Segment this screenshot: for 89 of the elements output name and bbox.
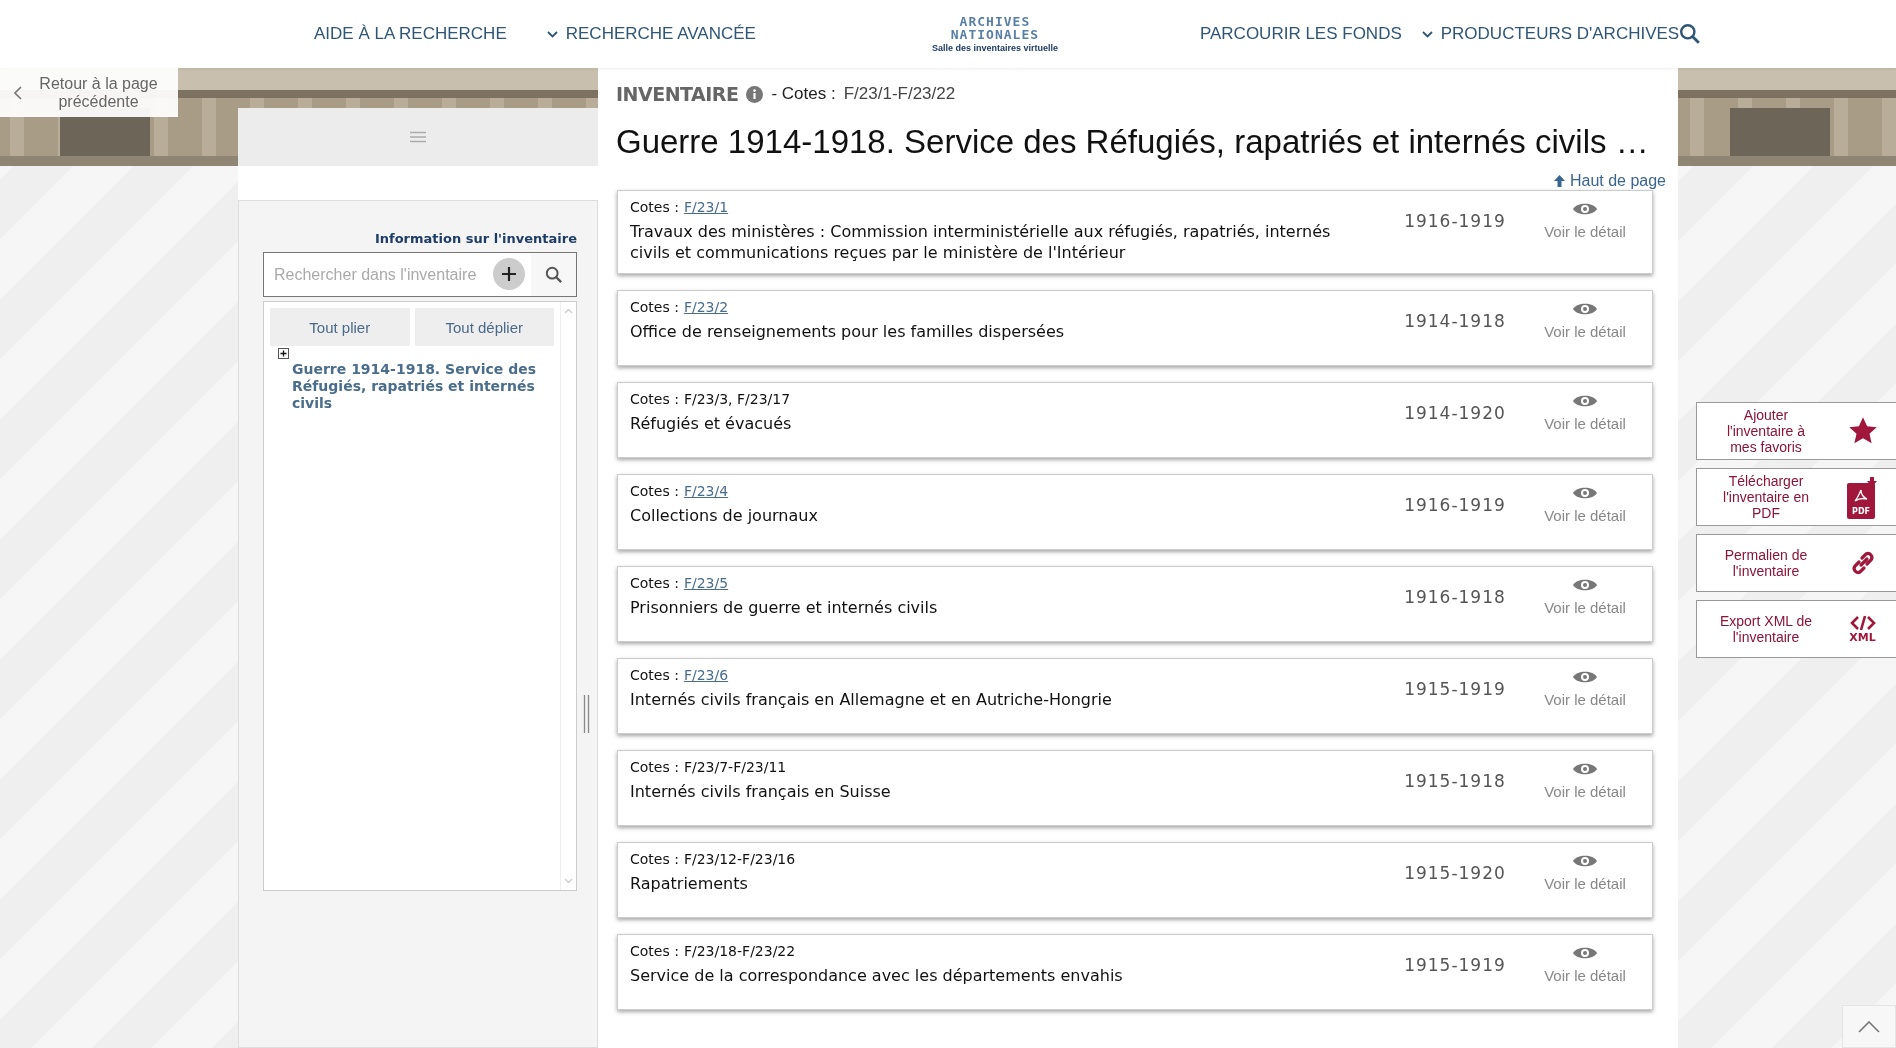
record-title: Prisonniers de guerre et internés civils: [630, 597, 939, 618]
info-link[interactable]: Information sur l'inventaire: [374, 231, 577, 246]
detail-link[interactable]: Voir le détail: [1530, 391, 1640, 447]
cote-link[interactable]: F/23/5: [683, 575, 729, 591]
detail-link[interactable]: Voir le détail: [1530, 483, 1640, 539]
action-button[interactable]: Permalien de l'inventaire: [1696, 534, 1896, 592]
cotes-label: - Cotes :: [771, 84, 836, 104]
record-dates: 1914-1920: [1403, 402, 1507, 425]
cotes-value: F/23/1-F/23/22: [843, 84, 956, 104]
tree-toggle-button[interactable]: Tout déplier: [414, 308, 554, 346]
resize-handle-icon[interactable]: [583, 695, 590, 733]
eye-icon: [1572, 577, 1598, 593]
cotes-label: Cotes :: [630, 299, 679, 315]
cote-link[interactable]: F/23/1: [683, 199, 729, 215]
record-title: Rapatriements: [630, 873, 749, 894]
search-icon: [544, 265, 563, 284]
eye-icon: [1572, 393, 1598, 409]
menu-icon[interactable]: [410, 131, 426, 143]
nav-link[interactable]: PARCOURIR LES FONDS: [1199, 24, 1402, 44]
action-button[interactable]: Télécharger l'inventaire en PDF PDF: [1696, 468, 1896, 526]
cote-value: F/23/7-F/23/11: [683, 759, 787, 775]
detail-link[interactable]: Voir le détail: [1530, 759, 1640, 815]
info-icon[interactable]: [746, 85, 764, 103]
record-dates: 1916-1919: [1403, 494, 1507, 517]
back-to-top-link[interactable]: Haut de page: [1553, 172, 1666, 190]
chevron-down-icon: [1421, 30, 1433, 38]
record-title: Office de renseignements pour les familles dispersées: [630, 321, 1066, 342]
search-button[interactable]: [1679, 23, 1702, 45]
cotes-label: Cotes :: [630, 391, 679, 407]
search-button[interactable]: [531, 253, 576, 296]
record-title: Réfugiés et évacués: [630, 413, 793, 434]
inventory-title: Guerre 1914-1918. Service des Réfugiés, rapatriés et internés civils …: [616, 122, 1649, 162]
cotes-label: Cotes :: [630, 667, 679, 683]
cote-value: F/23/3, F/23/17: [683, 391, 791, 407]
record-dates: 1915-1919: [1403, 954, 1507, 977]
detail-link[interactable]: Voir le détail: [1530, 851, 1640, 907]
star-icon: [1847, 416, 1878, 446]
eye-icon: [1572, 945, 1598, 961]
detail-link[interactable]: Voir le détail: [1530, 943, 1640, 999]
nav-link[interactable]: PRODUCTEURS D'ARCHIVES: [1421, 24, 1680, 44]
arrow-up-icon: [1553, 175, 1565, 187]
cotes-label: Cotes :: [630, 851, 679, 867]
tree-toggle-button[interactable]: Tout plier: [270, 308, 410, 346]
cotes-label: Cotes :: [630, 759, 679, 775]
eye-icon: [1572, 201, 1598, 217]
record-dates: 1916-1918: [1403, 586, 1507, 609]
cotes-label: Cotes :: [630, 483, 679, 499]
nav-link[interactable]: AIDE À LA RECHERCHE: [314, 24, 507, 44]
plus-icon: [502, 267, 516, 281]
chevron-left-icon: [14, 85, 22, 100]
cote-link[interactable]: F/23/2: [683, 299, 729, 315]
eye-icon: [1572, 669, 1598, 685]
tree-item[interactable]: Guerre 1914-1918. Service des Réfugiés, rapatriés et internés civils: [278, 359, 554, 412]
record-title: Internés civils français en Suisse: [630, 781, 892, 802]
chevron-down-icon: [546, 30, 558, 38]
record-dates: 1916-1919: [1403, 210, 1507, 233]
expand-icon[interactable]: [278, 348, 289, 359]
record-dates: 1914-1918: [1403, 310, 1507, 333]
detail-link[interactable]: Voir le détail: [1530, 299, 1640, 355]
eye-icon: [1572, 853, 1598, 869]
cote-link[interactable]: F/23/4: [683, 483, 729, 499]
scroll-top-button[interactable]: [1842, 1005, 1896, 1048]
record-dates: 1915-1918: [1403, 770, 1507, 793]
search-icon: [1679, 23, 1702, 45]
detail-link[interactable]: Voir le détail: [1530, 199, 1640, 263]
record-dates: 1915-1919: [1403, 678, 1507, 701]
back-button[interactable]: Retour à la page précédente: [0, 68, 178, 117]
site-logo[interactable]: ARCHIVES NATIONALES Salle des inventaires virtuelle: [919, 15, 1070, 53]
record-title: Internés civils français en Allemagne et en Autriche-Hongrie: [630, 689, 1113, 710]
detail-link[interactable]: Voir le détail: [1530, 667, 1640, 723]
cotes-label: Cotes :: [630, 575, 679, 591]
chevron-up-icon: [1858, 1020, 1880, 1033]
cotes-label: Cotes :: [630, 943, 679, 959]
eye-icon: [1572, 485, 1598, 501]
record-title: Service de la correspondance avec les départements envahis: [630, 965, 1124, 986]
cotes-label: Cotes :: [630, 199, 679, 215]
record-title: Collections de journaux: [630, 505, 819, 526]
nav-link[interactable]: RECHERCHE AVANCÉE: [546, 24, 756, 44]
action-button[interactable]: Export XML de l'inventaire XML: [1696, 600, 1896, 658]
cote-link[interactable]: F/23/6: [683, 667, 729, 683]
eye-icon: [1572, 301, 1598, 317]
detail-link[interactable]: Voir le détail: [1530, 575, 1640, 631]
cote-value: F/23/12-F/23/16: [683, 851, 796, 867]
action-button[interactable]: Ajouter l'inventaire à mes favoris: [1696, 402, 1896, 460]
section-label: INVENTAIRE: [616, 83, 739, 105]
record-dates: 1915-1920: [1403, 862, 1507, 885]
cote-value: F/23/18-F/23/22: [683, 943, 796, 959]
eye-icon: [1572, 761, 1598, 777]
record-title: Travaux des ministères : Commission interministérielle aux réfugiés, rapatriés, internés civils et communications reçues par le ministère de l'Intérieur: [630, 221, 1332, 263]
